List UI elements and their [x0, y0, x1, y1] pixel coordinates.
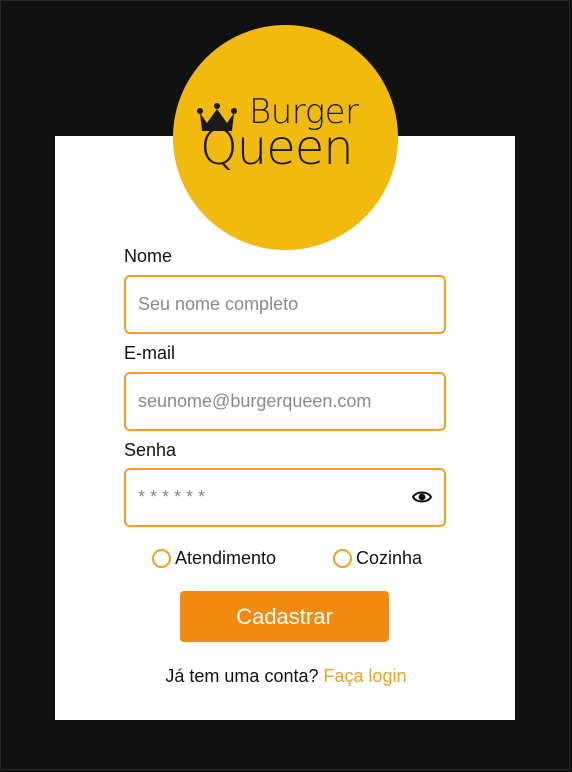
name-field-box — [124, 275, 446, 334]
radio-atendimento[interactable] — [152, 549, 171, 568]
login-prompt: Já tem uma conta? Faça login — [0, 666, 572, 687]
login-prompt-text: Já tem uma conta? — [165, 666, 319, 686]
brand-logo: Burger Queen — [173, 25, 398, 250]
submit-button[interactable]: Cadastrar — [180, 591, 389, 642]
password-field-box — [124, 468, 446, 527]
password-label: Senha — [124, 440, 177, 460]
logo-text-queen: Queen — [200, 120, 354, 176]
radio-cozinha[interactable] — [333, 549, 352, 568]
name-label: Nome — [124, 246, 173, 266]
role-option-cozinha[interactable]: Cozinha — [333, 548, 422, 569]
show-password-icon[interactable] — [412, 489, 432, 505]
role-label-atendimento: Atendimento — [175, 548, 277, 568]
name-input[interactable] — [138, 277, 398, 332]
password-input[interactable] — [138, 470, 398, 525]
role-option-atendimento[interactable]: Atendimento — [152, 548, 276, 569]
role-label-cozinha: Cozinha — [356, 548, 423, 568]
email-field-box — [124, 372, 446, 431]
email-input[interactable] — [138, 374, 398, 429]
email-label: E-mail — [124, 343, 176, 363]
login-link[interactable]: Faça login — [324, 666, 407, 686]
